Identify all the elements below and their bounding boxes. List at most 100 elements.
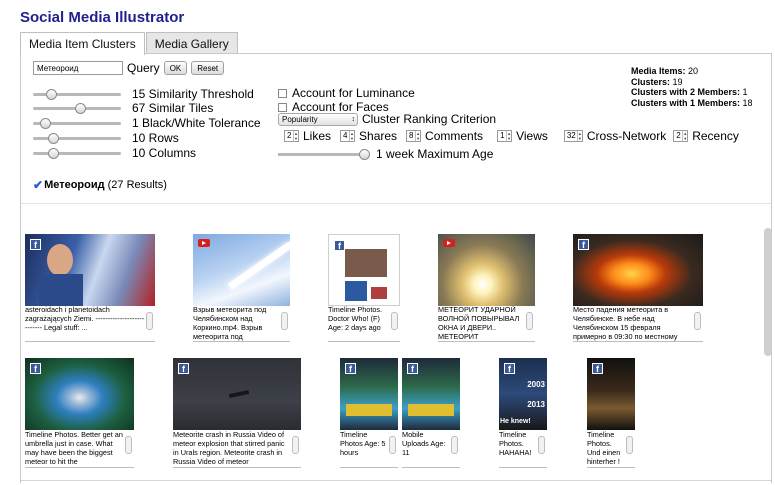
slider-track[interactable] (33, 88, 121, 100)
media-thumbnail[interactable]: 2003 2013 He knew! f (499, 358, 547, 430)
cross-network-label: Cross-Network (586, 129, 667, 143)
facebook-icon: f (578, 239, 589, 250)
media-item[interactable]: 2003 2013 He knew! f Timeline Photos. HA… (499, 358, 547, 469)
similar-tiles-slider[interactable]: 67 Similar Tiles (33, 101, 213, 115)
reset-button[interactable]: Reset (191, 61, 225, 75)
media-item[interactable]: f Mobile Uploads Age: 11 (402, 358, 460, 469)
results-scrollbar[interactable] (764, 228, 772, 356)
likes-label: Likes (303, 129, 332, 143)
media-thumbnail[interactable]: f (402, 358, 460, 430)
slider-track[interactable] (33, 102, 121, 114)
caption-scrollbar[interactable] (146, 312, 153, 330)
facebook-icon: f (504, 363, 515, 374)
media-item[interactable]: Взрыв метеорита под Челябинском над Корк… (193, 234, 290, 343)
query-input[interactable] (33, 61, 123, 75)
media-item[interactable]: f Timeline Photos. Und einen hinterher ! (587, 358, 635, 469)
stat-line: Clusters with 2 Members: 1 (631, 87, 748, 97)
views-stepper[interactable]: 1 ▲ ▼ (497, 130, 513, 142)
slider-thumb[interactable] (359, 148, 370, 160)
checkmark-icon[interactable]: ✔ (33, 178, 43, 192)
comments-stepper[interactable]: 8 ▲ ▼ (406, 130, 422, 142)
cluster-count: (27 Results) (107, 179, 167, 191)
media-thumbnail[interactable]: f (328, 234, 400, 306)
luminance-checkbox[interactable] (278, 88, 287, 98)
luminance-option[interactable]: Account for Luminance (278, 86, 415, 100)
tab-media-gallery[interactable]: Media Gallery (145, 32, 238, 54)
stepper-arrows-icon[interactable]: ▲ ▼ (576, 131, 582, 141)
media-thumbnail[interactable]: f (340, 358, 398, 430)
bw-tolerance-slider[interactable]: 1 Black/White Tolerance (33, 116, 261, 130)
shares-stepper[interactable]: 4 ▲ ▼ (340, 130, 356, 142)
media-caption: Timeline Photos. Doctor Who! (F) Age: 2 … (328, 306, 400, 342)
media-item[interactable]: f Timeline Photos. Better get an umbrell… (25, 358, 134, 469)
caption-scrollbar[interactable] (292, 436, 299, 454)
tab-media-item-clusters[interactable]: Media Item Clusters (20, 32, 145, 55)
slider-track[interactable] (278, 148, 370, 160)
slider-thumb[interactable] (40, 117, 51, 129)
photo-panel (371, 287, 387, 299)
slider-track[interactable] (33, 132, 121, 144)
caption-scrollbar[interactable] (526, 312, 533, 330)
media-thumbnail[interactable]: f (587, 358, 635, 430)
facebook-icon: f (30, 239, 41, 250)
cluster-title: Метеороид (44, 179, 105, 191)
stepper-arrows-icon[interactable]: ▲ ▼ (415, 131, 420, 141)
media-item[interactable]: f asteroidach i planetoidach zagrażający… (25, 234, 155, 343)
media-thumbnail[interactable]: f (25, 358, 134, 430)
photo-face (345, 249, 387, 277)
query-row: Query OK Reset (33, 61, 225, 75)
maximum-age-slider[interactable]: 1 week Maximum Age (278, 147, 493, 161)
media-item[interactable]: f Место падения метеорита в Челябинске. … (573, 234, 703, 343)
media-thumbnail[interactable] (193, 234, 290, 306)
youtube-icon (443, 239, 455, 247)
recency-stepper[interactable]: 2 ▲ ▼ (673, 130, 689, 142)
ok-button[interactable]: OK (163, 61, 188, 75)
media-thumbnail[interactable]: f (173, 358, 301, 430)
cluster-header[interactable]: ✔ Метеороид (27 Results) (33, 178, 167, 192)
media-caption: МЕТЕОРИТ УДАРНОЙ ВОЛНОЙ ПОВЫРЫВАЛ ОКНА И… (438, 306, 535, 342)
person-shirt (39, 274, 83, 306)
media-item[interactable]: f Meteorite crash in Russia Video of met… (173, 358, 301, 469)
caption-scrollbar[interactable] (389, 436, 396, 454)
media-thumbnail[interactable]: f (25, 234, 155, 306)
shares-label: Shares (359, 129, 398, 143)
slider-thumb[interactable] (48, 147, 59, 159)
ranking-criterion-label: Cluster Ranking Criterion (362, 112, 497, 126)
stepper-arrows-icon[interactable]: ▲ ▼ (349, 131, 354, 141)
facebook-icon: f (407, 363, 418, 374)
stepper-arrows-icon[interactable]: ▲ ▼ (506, 131, 511, 141)
caption-scrollbar[interactable] (451, 436, 458, 454)
likes-stepper[interactable]: 2 ▲ ▼ (284, 130, 299, 142)
stepper-value: 32 (566, 131, 576, 140)
comments-label: Comments (425, 129, 484, 143)
caption-scrollbar[interactable] (391, 312, 398, 330)
ranking-criterion-select[interactable]: Popularity ↕ (278, 113, 358, 126)
slider-track[interactable] (33, 117, 121, 129)
caption-scrollbar[interactable] (694, 312, 701, 330)
stat-line: Media Items: 20 (631, 66, 699, 76)
media-item[interactable]: МЕТЕОРИТ УДАРНОЙ ВОЛНОЙ ПОВЫРЫВАЛ ОКНА И… (438, 234, 535, 343)
slider-label: 15 Similarity Threshold (132, 87, 254, 101)
slider-track[interactable] (33, 147, 121, 159)
columns-slider[interactable]: 10 Columns (33, 146, 196, 160)
media-thumbnail[interactable]: f (573, 234, 703, 306)
media-thumbnail[interactable] (438, 234, 535, 306)
similarity-threshold-slider[interactable]: 15 Similarity Threshold (33, 87, 254, 101)
caption-scrollbar[interactable] (538, 436, 545, 454)
caption-scrollbar[interactable] (626, 436, 633, 454)
slider-label: 67 Similar Tiles (132, 101, 214, 115)
slider-thumb[interactable] (75, 102, 86, 114)
slider-thumb[interactable] (46, 88, 57, 100)
stepper-arrows-icon[interactable]: ▲ ▼ (682, 131, 687, 141)
photo-panel (345, 281, 367, 301)
media-item[interactable]: f Timeline Photos Age: 5 hours (340, 358, 398, 469)
caption-scrollbar[interactable] (125, 436, 132, 454)
stat-line: Clusters: 19 (631, 76, 683, 87)
faces-checkbox[interactable] (278, 102, 287, 112)
caption-scrollbar[interactable] (281, 312, 288, 330)
slider-thumb[interactable] (48, 132, 59, 144)
rows-slider[interactable]: 10 Rows (33, 131, 179, 145)
media-item[interactable]: f Timeline Photos. Doctor Who! (F) Age: … (328, 234, 400, 343)
cross-network-stepper[interactable]: 32 ▲ ▼ (563, 130, 583, 142)
stepper-arrows-icon[interactable]: ▲ ▼ (293, 131, 298, 141)
